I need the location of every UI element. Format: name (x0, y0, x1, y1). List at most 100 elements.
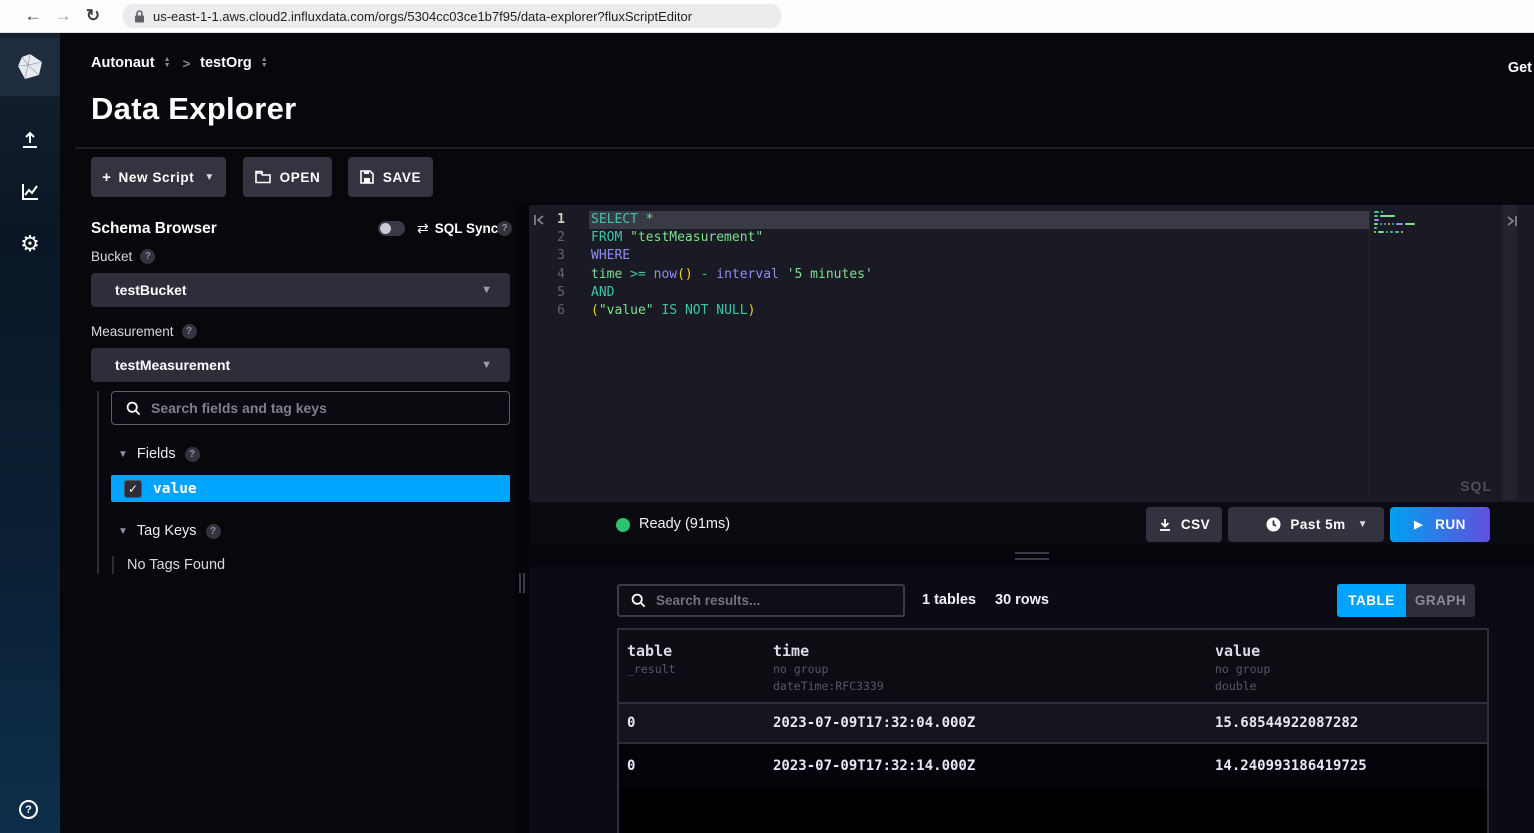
field-item-value[interactable]: ✓ value (111, 475, 510, 502)
line-number: 2 (529, 229, 573, 247)
horizontal-drag-handle[interactable] (1015, 552, 1049, 560)
table-cell: 0 (619, 758, 765, 774)
sql-sync-help-icon[interactable]: ? (497, 221, 512, 236)
collapsed-right-panel (1502, 205, 1517, 500)
browser-forward-icon[interactable]: → (48, 6, 78, 26)
table-cell: 0 (619, 715, 765, 731)
code-line[interactable]: 4time >= now() - interval '5 minutes' (529, 266, 1534, 284)
rows-count: 30 rows (995, 592, 1049, 608)
play-icon: ▶ (1414, 518, 1423, 531)
script-toolbar: + New Script ▼ OPEN (91, 157, 433, 197)
table-cell: 15.68544922087282 (1207, 715, 1487, 731)
browser-address-bar[interactable]: us-east-1-1.aws.cloud2.influxdata.com/or… (122, 4, 782, 28)
tag-keys-help-icon[interactable]: ? (206, 524, 221, 539)
url-text: us-east-1-1.aws.cloud2.influxdata.com/or… (153, 9, 692, 24)
table-cell: 2023-07-09T17:32:14.000Z (765, 758, 1207, 774)
results-panel: 1 tables 30 rows TABLE GRAPH table_resul… (529, 567, 1534, 833)
time-range-dropdown[interactable]: Past 5m ▼ (1228, 507, 1384, 542)
search-icon (631, 593, 646, 608)
code-line[interactable]: 3WHERE (529, 247, 1534, 265)
clock-icon (1266, 517, 1281, 532)
schema-search-box (111, 391, 510, 425)
query-status-text: Ready (91ms) (639, 516, 730, 532)
vertical-drag-handle[interactable] (519, 573, 525, 593)
account-switcher-icon[interactable]: ▲▼ (164, 57, 171, 69)
results-search-input[interactable] (656, 593, 876, 608)
browser-back-icon[interactable]: ← (18, 6, 48, 26)
status-dot-icon (616, 518, 630, 532)
field-checkbox[interactable]: ✓ (124, 480, 142, 498)
line-number: 4 (529, 266, 573, 284)
bucket-select[interactable]: testBucket ▼ (91, 273, 510, 307)
plus-icon: + (102, 169, 111, 186)
chevron-down-icon: ▼ (481, 359, 492, 371)
results-table-head: table_resulttimeno groupdateTime:RFC3339… (619, 630, 1487, 704)
tag-keys-collapse-icon[interactable]: ▼ (118, 526, 128, 537)
header-divider (75, 147, 1534, 149)
panel-divider (515, 205, 529, 833)
table-row[interactable]: 02023-07-09T17:32:04.000Z15.685449220872… (619, 704, 1487, 744)
schema-search-input[interactable] (151, 400, 451, 416)
help-button[interactable]: ? (19, 800, 38, 819)
sidebar-item-load-data[interactable] (0, 114, 60, 166)
checkmark-icon: ✓ (128, 482, 138, 496)
upload-icon (19, 129, 41, 151)
measurement-help-icon[interactable]: ? (182, 324, 197, 339)
field-item-label: value (153, 481, 197, 497)
csv-download-button[interactable]: CSV (1146, 507, 1222, 542)
app: ⚙ ? Autonaut ▲▼ > testOrg ▲▼ Get Data Ex… (0, 33, 1534, 833)
save-button[interactable]: SAVE (348, 157, 433, 197)
save-icon (360, 170, 374, 184)
tag-keys-group-header: ▼ Tag Keys ? (111, 523, 510, 539)
influxdb-cube-icon (16, 53, 44, 81)
run-query-button[interactable]: ▶ RUN (1390, 507, 1490, 542)
collapse-right-icon[interactable] (1506, 215, 1518, 227)
measurement-selected-value: testMeasurement (115, 357, 230, 373)
breadcrumb-account[interactable]: Autonaut (91, 55, 155, 71)
minimap[interactable] (1374, 211, 1416, 235)
save-label: SAVE (383, 170, 421, 185)
tab-graph[interactable]: GRAPH (1406, 584, 1475, 617)
line-number: 3 (529, 247, 573, 265)
sidebar-nav: ⚙ ? (0, 33, 60, 833)
org-switcher-icon[interactable]: ▲▼ (261, 57, 268, 69)
question-mark-icon: ? (25, 804, 32, 816)
browser-reload-icon[interactable]: ↻ (78, 6, 108, 26)
code-line[interactable]: 6("value" IS NOT NULL) (529, 302, 1534, 320)
influxdb-logo[interactable] (0, 38, 60, 96)
column-header: table_result (619, 630, 765, 702)
new-script-button[interactable]: + New Script ▼ (91, 157, 226, 197)
new-script-label: New Script (119, 170, 195, 185)
schema-browser-panel: Schema Browser ⇄ SQL Sync ? Bucket ? tes… (91, 220, 510, 574)
tab-table[interactable]: TABLE (1337, 584, 1406, 617)
sql-sync-toggle[interactable] (378, 221, 405, 236)
bucket-help-icon[interactable]: ? (140, 249, 155, 264)
page-title: Data Explorer (91, 91, 296, 127)
query-status-bar: Ready (91ms) CSV (531, 500, 1534, 545)
measurement-select[interactable]: testMeasurement ▼ (91, 348, 510, 382)
sidebar-item-data-explorer[interactable] (0, 166, 60, 218)
download-icon (1158, 518, 1172, 532)
tables-count: 1 tables (922, 592, 976, 608)
code-line[interactable]: 5AND (529, 284, 1534, 302)
results-splitter[interactable] (529, 545, 1534, 567)
breadcrumb-org[interactable]: testOrg (200, 55, 252, 71)
fields-group-header: ▼ Fields ? (111, 446, 510, 462)
tag-keys-list: No Tags Found (112, 556, 510, 574)
sql-sync-label: SQL Sync (435, 221, 499, 236)
sidebar-item-settings[interactable]: ⚙ (0, 218, 60, 270)
open-button[interactable]: OPEN (243, 157, 332, 197)
run-label: RUN (1435, 517, 1466, 532)
fields-label: Fields (137, 446, 176, 462)
fields-collapse-icon[interactable]: ▼ (118, 449, 128, 460)
results-table: table_resulttimeno groupdateTime:RFC3339… (617, 628, 1489, 833)
sql-editor[interactable]: 1SELECT *2FROM "testMeasurement"3WHERE4t… (529, 205, 1534, 500)
get-credit-link[interactable]: Get (1508, 60, 1532, 76)
table-row[interactable]: 02023-07-09T17:32:14.000Z14.240993186419… (619, 744, 1487, 788)
fields-help-icon[interactable]: ? (185, 447, 200, 462)
line-number: 1 (529, 211, 573, 229)
folder-icon (255, 170, 271, 184)
bucket-label: Bucket (91, 249, 132, 264)
code-text: FROM "testMeasurement" (573, 229, 763, 247)
measurement-label: Measurement (91, 324, 174, 339)
